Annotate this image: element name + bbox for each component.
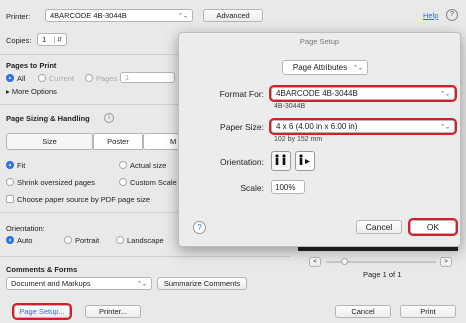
paper-source-label: Choose paper source by PDF page size (17, 195, 150, 204)
paper-source-checkbox[interactable] (6, 195, 14, 203)
page-setup-dialog: Page Setup Page Attributes ⌃⌄ Format For… (178, 32, 461, 247)
portrait-person-icon (275, 154, 286, 165)
scale-label: Scale: (240, 183, 264, 193)
summarize-comments-button[interactable]: Summarize Comments (157, 277, 247, 290)
tab-poster[interactable]: Poster (93, 133, 143, 150)
chevron-updown-icon: ⌃⌄ (352, 65, 363, 71)
portrait-label: Portrait (75, 236, 100, 245)
help-icon[interactable]: ? (193, 221, 206, 234)
page-of-label: Page 1 of 1 (363, 270, 402, 279)
more-options-label: More Options (11, 87, 57, 96)
dialog-cancel-button[interactable]: Cancel (356, 220, 402, 234)
page-attributes-select[interactable]: Page Attributes ⌃⌄ (282, 60, 368, 75)
page-attributes-value: Page Attributes (292, 63, 348, 72)
help-link[interactable]: Help (423, 11, 438, 20)
auto-label: Auto (17, 236, 33, 245)
cancel-button[interactable]: Cancel (335, 305, 391, 318)
sizing-heading: Page Sizing & Handling (6, 114, 90, 123)
landscape-label: Landscape (127, 236, 164, 245)
divider (0, 256, 290, 257)
copies-value: 1 (42, 35, 47, 44)
format-for-value: 4BARCODE 4B-3044B (276, 89, 358, 98)
pages-label: Pages (96, 74, 118, 83)
question-icon[interactable]: ? (446, 9, 458, 21)
actual-size-radio[interactable] (119, 161, 127, 169)
landscape-person-icon (299, 154, 310, 165)
orientation-heading: Orientation: (6, 224, 45, 233)
all-label: All (17, 74, 26, 83)
actual-size-label: Actual size (130, 161, 167, 170)
pages-heading: Pages to Print (6, 61, 57, 70)
comments-select[interactable]: Document and Markups ⌃⌄ (6, 277, 152, 290)
orientation-label: Orientation: (220, 157, 264, 167)
current-label: Current (49, 74, 75, 83)
auto-radio[interactable] (6, 236, 14, 244)
copies-stepper[interactable]: 1 ⇵ (37, 33, 67, 46)
portrait-orientation-button[interactable] (271, 151, 291, 171)
current-radio[interactable] (38, 74, 46, 82)
more-options-toggle[interactable]: ▸ More Options (6, 87, 57, 96)
portrait-radio[interactable] (64, 236, 72, 244)
custom-scale-label: Custom Scale (130, 178, 177, 187)
paper-size-value: 4 x 6 (4.00 in x 6.00 in) (276, 122, 358, 131)
format-for-label: Format For: (219, 89, 264, 99)
copies-label: Copies: (6, 36, 32, 45)
landscape-orientation-button[interactable] (295, 151, 315, 171)
comments-heading: Comments & Forms (6, 265, 78, 274)
chevron-updown-icon: ⌃⌄ (177, 13, 188, 19)
next-page-button[interactable]: > (440, 257, 452, 267)
format-for-subtitle: 4B-3044B (274, 103, 306, 110)
fit-radio[interactable] (6, 161, 14, 169)
custom-scale-radio[interactable] (119, 178, 127, 186)
format-for-select[interactable]: 4BARCODE 4B-3044B ⌃⌄ (269, 85, 457, 102)
scale-input[interactable]: 100% (271, 180, 305, 194)
tab-size[interactable]: Size (6, 133, 93, 150)
landscape-radio[interactable] (116, 236, 124, 244)
all-radio[interactable] (6, 74, 14, 82)
ok-button[interactable]: OK (408, 218, 458, 236)
chevron-right-icon: > (444, 259, 448, 265)
chevron-updown-icon: ⌃⌄ (439, 124, 450, 130)
pages-input-value: 1 (125, 73, 130, 82)
prev-page-button[interactable]: < (309, 257, 321, 267)
tab-multiple[interactable]: M (143, 133, 183, 150)
chevron-updown-icon: ⌃⌄ (439, 91, 450, 97)
page-slider-thumb[interactable] (341, 258, 348, 265)
print-button[interactable]: Print (400, 305, 456, 318)
pages-input[interactable]: 1 (120, 72, 175, 83)
scale-value: 100% (275, 182, 296, 192)
comments-select-value: Document and Markups (11, 279, 91, 288)
advanced-button[interactable]: Advanced (203, 9, 263, 22)
shrink-label: Shrink oversized pages (17, 178, 95, 187)
disclosure-triangle-icon: ▸ (6, 87, 10, 96)
preview-page-edge (298, 247, 458, 251)
printer-select[interactable]: 4BARCODE 4B-3044B ⌃⌄ (45, 9, 193, 22)
paper-size-select[interactable]: 4 x 6 (4.00 in x 6.00 in) ⌃⌄ (269, 118, 457, 135)
printer-button[interactable]: Printer... (85, 305, 141, 318)
stepper-icon[interactable]: ⇵ (53, 36, 62, 43)
shrink-radio[interactable] (6, 178, 14, 186)
printer-label: Printer: (6, 12, 31, 21)
printer-select-value: 4BARCODE 4B-3044B (50, 11, 127, 20)
fit-label: Fit (17, 161, 26, 170)
paper-size-label: Paper Size: (220, 122, 264, 132)
chevron-updown-icon: ⌃⌄ (136, 281, 147, 287)
info-icon[interactable]: i (104, 113, 114, 123)
pages-radio[interactable] (85, 74, 93, 82)
dialog-title: Page Setup (299, 37, 340, 46)
paper-size-subtitle: 102 by 152 mm (274, 136, 323, 143)
chevron-left-icon: < (313, 259, 317, 265)
page-setup-button[interactable]: Page Setup... (12, 303, 72, 320)
